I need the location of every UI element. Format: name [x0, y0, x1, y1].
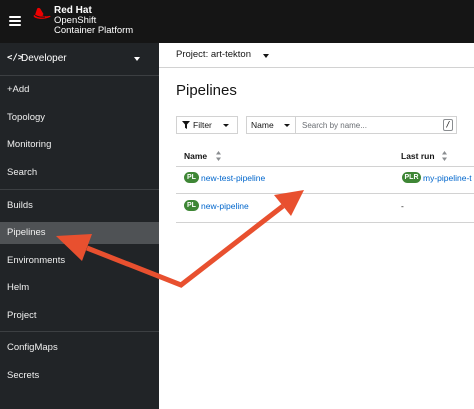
sidebar-item-pipelines[interactable]: Pipelines — [0, 222, 159, 244]
table-divider — [176, 222, 474, 223]
page-title: Pipelines — [176, 82, 237, 99]
sidebar-item-label: +Add — [7, 84, 30, 95]
sidebar-item-label: Search — [7, 167, 38, 178]
column-header-name[interactable]: Name — [184, 151, 207, 161]
sidebar-item-helm[interactable]: Helm — [0, 277, 159, 299]
sidebar-item-search[interactable]: Search — [0, 162, 159, 184]
search-input[interactable] — [296, 116, 457, 134]
sidebar-item-topology[interactable]: Topology — [0, 107, 159, 129]
sidebar-item-label: Helm — [7, 282, 30, 293]
sidebar-item-project[interactable]: Project — [0, 305, 159, 327]
perspective-switcher[interactable]: </> Developer — [0, 43, 159, 76]
caret-down-icon — [134, 57, 140, 61]
pipeline-badge: PL — [184, 200, 199, 211]
sidebar-item-secrets[interactable]: Secrets — [0, 365, 159, 387]
masthead: Red Hat OpenShift Container Platform — [0, 0, 474, 43]
sidebar: </> Developer +Add Topology Monitoring S… — [0, 43, 159, 409]
hamburger-icon[interactable] — [9, 16, 21, 26]
perspective-label: Developer — [21, 53, 67, 64]
sidebar-item-monitoring[interactable]: Monitoring — [0, 134, 159, 156]
table-divider — [176, 193, 474, 194]
pipeline-link[interactable]: new-pipeline — [201, 201, 249, 211]
sidebar-item-label: Builds — [7, 200, 33, 211]
last-run-empty: - — [401, 201, 404, 211]
sidebar-item-environments[interactable]: Environments — [0, 250, 159, 272]
pipeline-link[interactable]: new-test-pipeline — [201, 173, 265, 183]
project-selector[interactable]: Project: art-tekton — [176, 49, 251, 60]
keyboard-shortcut-icon: / — [443, 119, 453, 131]
caret-down-icon — [284, 124, 290, 127]
filter-label: Filter — [193, 120, 212, 130]
sidebar-item-label: Monitoring — [7, 139, 52, 150]
column-header-last-run[interactable]: Last run — [401, 151, 435, 161]
project-bar: Project: art-tekton — [159, 43, 474, 68]
sidebar-item-add[interactable]: +Add — [0, 79, 159, 101]
sidebar-item-label: Secrets — [7, 370, 40, 381]
pipelinerun-link[interactable]: my-pipeline-t — [423, 173, 472, 183]
sidebar-item-label: Topology — [7, 112, 46, 123]
pipeline-badge: PL — [184, 172, 199, 183]
filter-dropdown[interactable]: Filter — [176, 116, 238, 134]
name-select-label: Name — [251, 120, 274, 130]
sidebar-item-label: Environments — [7, 255, 66, 266]
brand-container-platform: Container Platform — [54, 25, 134, 36]
nav-divider — [0, 331, 159, 332]
filter-icon — [182, 121, 190, 129]
sidebar-item-label: ConfigMaps — [7, 342, 58, 353]
table-divider — [176, 166, 474, 167]
sidebar-item-configmaps[interactable]: ConfigMaps — [0, 337, 159, 359]
sort-icon[interactable] — [216, 151, 221, 161]
pipelinerun-badge: PLR — [402, 172, 421, 183]
sort-icon[interactable] — [442, 151, 447, 161]
name-select[interactable]: Name — [246, 116, 296, 134]
sidebar-item-label: Pipelines — [7, 227, 46, 238]
caret-down-icon[interactable] — [263, 54, 269, 58]
sidebar-item-builds[interactable]: Builds — [0, 195, 159, 217]
nav-divider — [0, 189, 159, 190]
redhat-logo-icon — [33, 7, 51, 19]
caret-down-icon — [223, 124, 229, 127]
sidebar-item-label: Project — [7, 310, 37, 321]
